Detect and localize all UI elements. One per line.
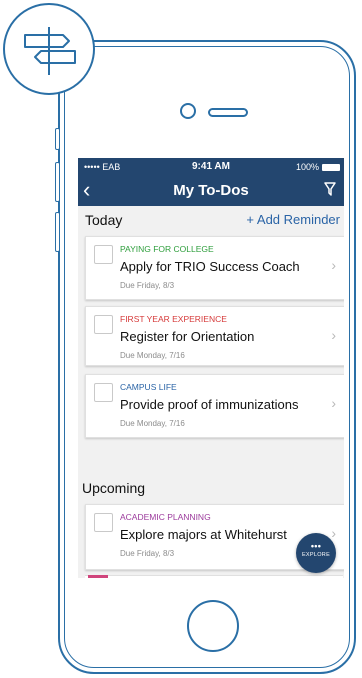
phone-volume-up-button <box>55 162 60 202</box>
upcoming-label: Upcoming <box>82 480 146 496</box>
today-section-header: Today + Add Reminder <box>78 206 344 230</box>
todo-category: PAYING FOR COLLEGE <box>120 244 214 254</box>
chevron-right-icon: › <box>331 257 336 273</box>
add-reminder-button[interactable]: + Add Reminder <box>246 212 340 227</box>
filter-icon[interactable] <box>324 182 336 201</box>
todo-due-date: Due Monday, 7/16 <box>120 351 185 360</box>
phone-speaker <box>208 108 248 117</box>
todo-category: FIRST YEAR EXPERIENCE <box>120 314 227 324</box>
signpost-icon <box>24 27 76 75</box>
todo-due-date: Due Monday, 7/16 <box>120 419 185 428</box>
todo-checkbox[interactable] <box>94 383 113 402</box>
todo-checkbox[interactable] <box>94 245 113 264</box>
todo-checkbox[interactable] <box>94 513 113 532</box>
battery-percent: 100% <box>295 162 319 172</box>
phone-mute-button <box>55 128 60 150</box>
phone-camera <box>180 103 196 119</box>
todo-checkbox[interactable] <box>94 315 113 334</box>
page-title: My To-Dos <box>173 182 249 199</box>
todo-category: ACADEMIC PLANNING <box>120 512 211 522</box>
signpost-logo <box>3 3 95 95</box>
status-bar: ••••• EAB 9:41 AM 100% <box>78 158 344 176</box>
todo-due-date: Due Friday, 8/3 <box>120 549 175 558</box>
phone-home-button <box>187 600 239 652</box>
chevron-right-icon: › <box>331 327 336 343</box>
phone-volume-down-button <box>55 212 60 252</box>
battery-icon <box>322 163 340 171</box>
todo-due-date: Due Friday, 8/3 <box>120 281 175 290</box>
chevron-right-icon: › <box>331 395 336 411</box>
todo-title: Register for Orientation <box>120 329 255 344</box>
app-screen: ••••• EAB 9:41 AM 100% ‹ My To-Dos Today… <box>78 158 344 578</box>
todo-title: Apply for TRIO Success Coach <box>120 259 300 274</box>
today-label: Today <box>85 212 123 228</box>
todo-card[interactable]: PAYING FOR COLLEGE Apply for TRIO Succes… <box>85 236 344 300</box>
explore-label: EXPLORE <box>301 552 331 558</box>
todo-title: Explore majors at Whitehurst <box>120 527 287 542</box>
todo-category: CAMPUS LIFE <box>120 382 177 392</box>
next-card-peek <box>85 575 343 578</box>
nav-bar: ‹ My To-Dos <box>78 176 344 206</box>
todo-title: Provide proof of immunizations <box>120 397 299 412</box>
explore-button[interactable]: ••• EXPLORE <box>296 533 336 573</box>
todo-card[interactable]: CAMPUS LIFE Provide proof of immunizatio… <box>85 374 344 438</box>
more-dots-icon: ••• <box>310 541 322 551</box>
next-card-category-stripe <box>88 575 108 578</box>
todo-card[interactable]: FIRST YEAR EXPERIENCE Register for Orien… <box>85 306 344 366</box>
battery-indicator: 100% <box>296 162 340 172</box>
